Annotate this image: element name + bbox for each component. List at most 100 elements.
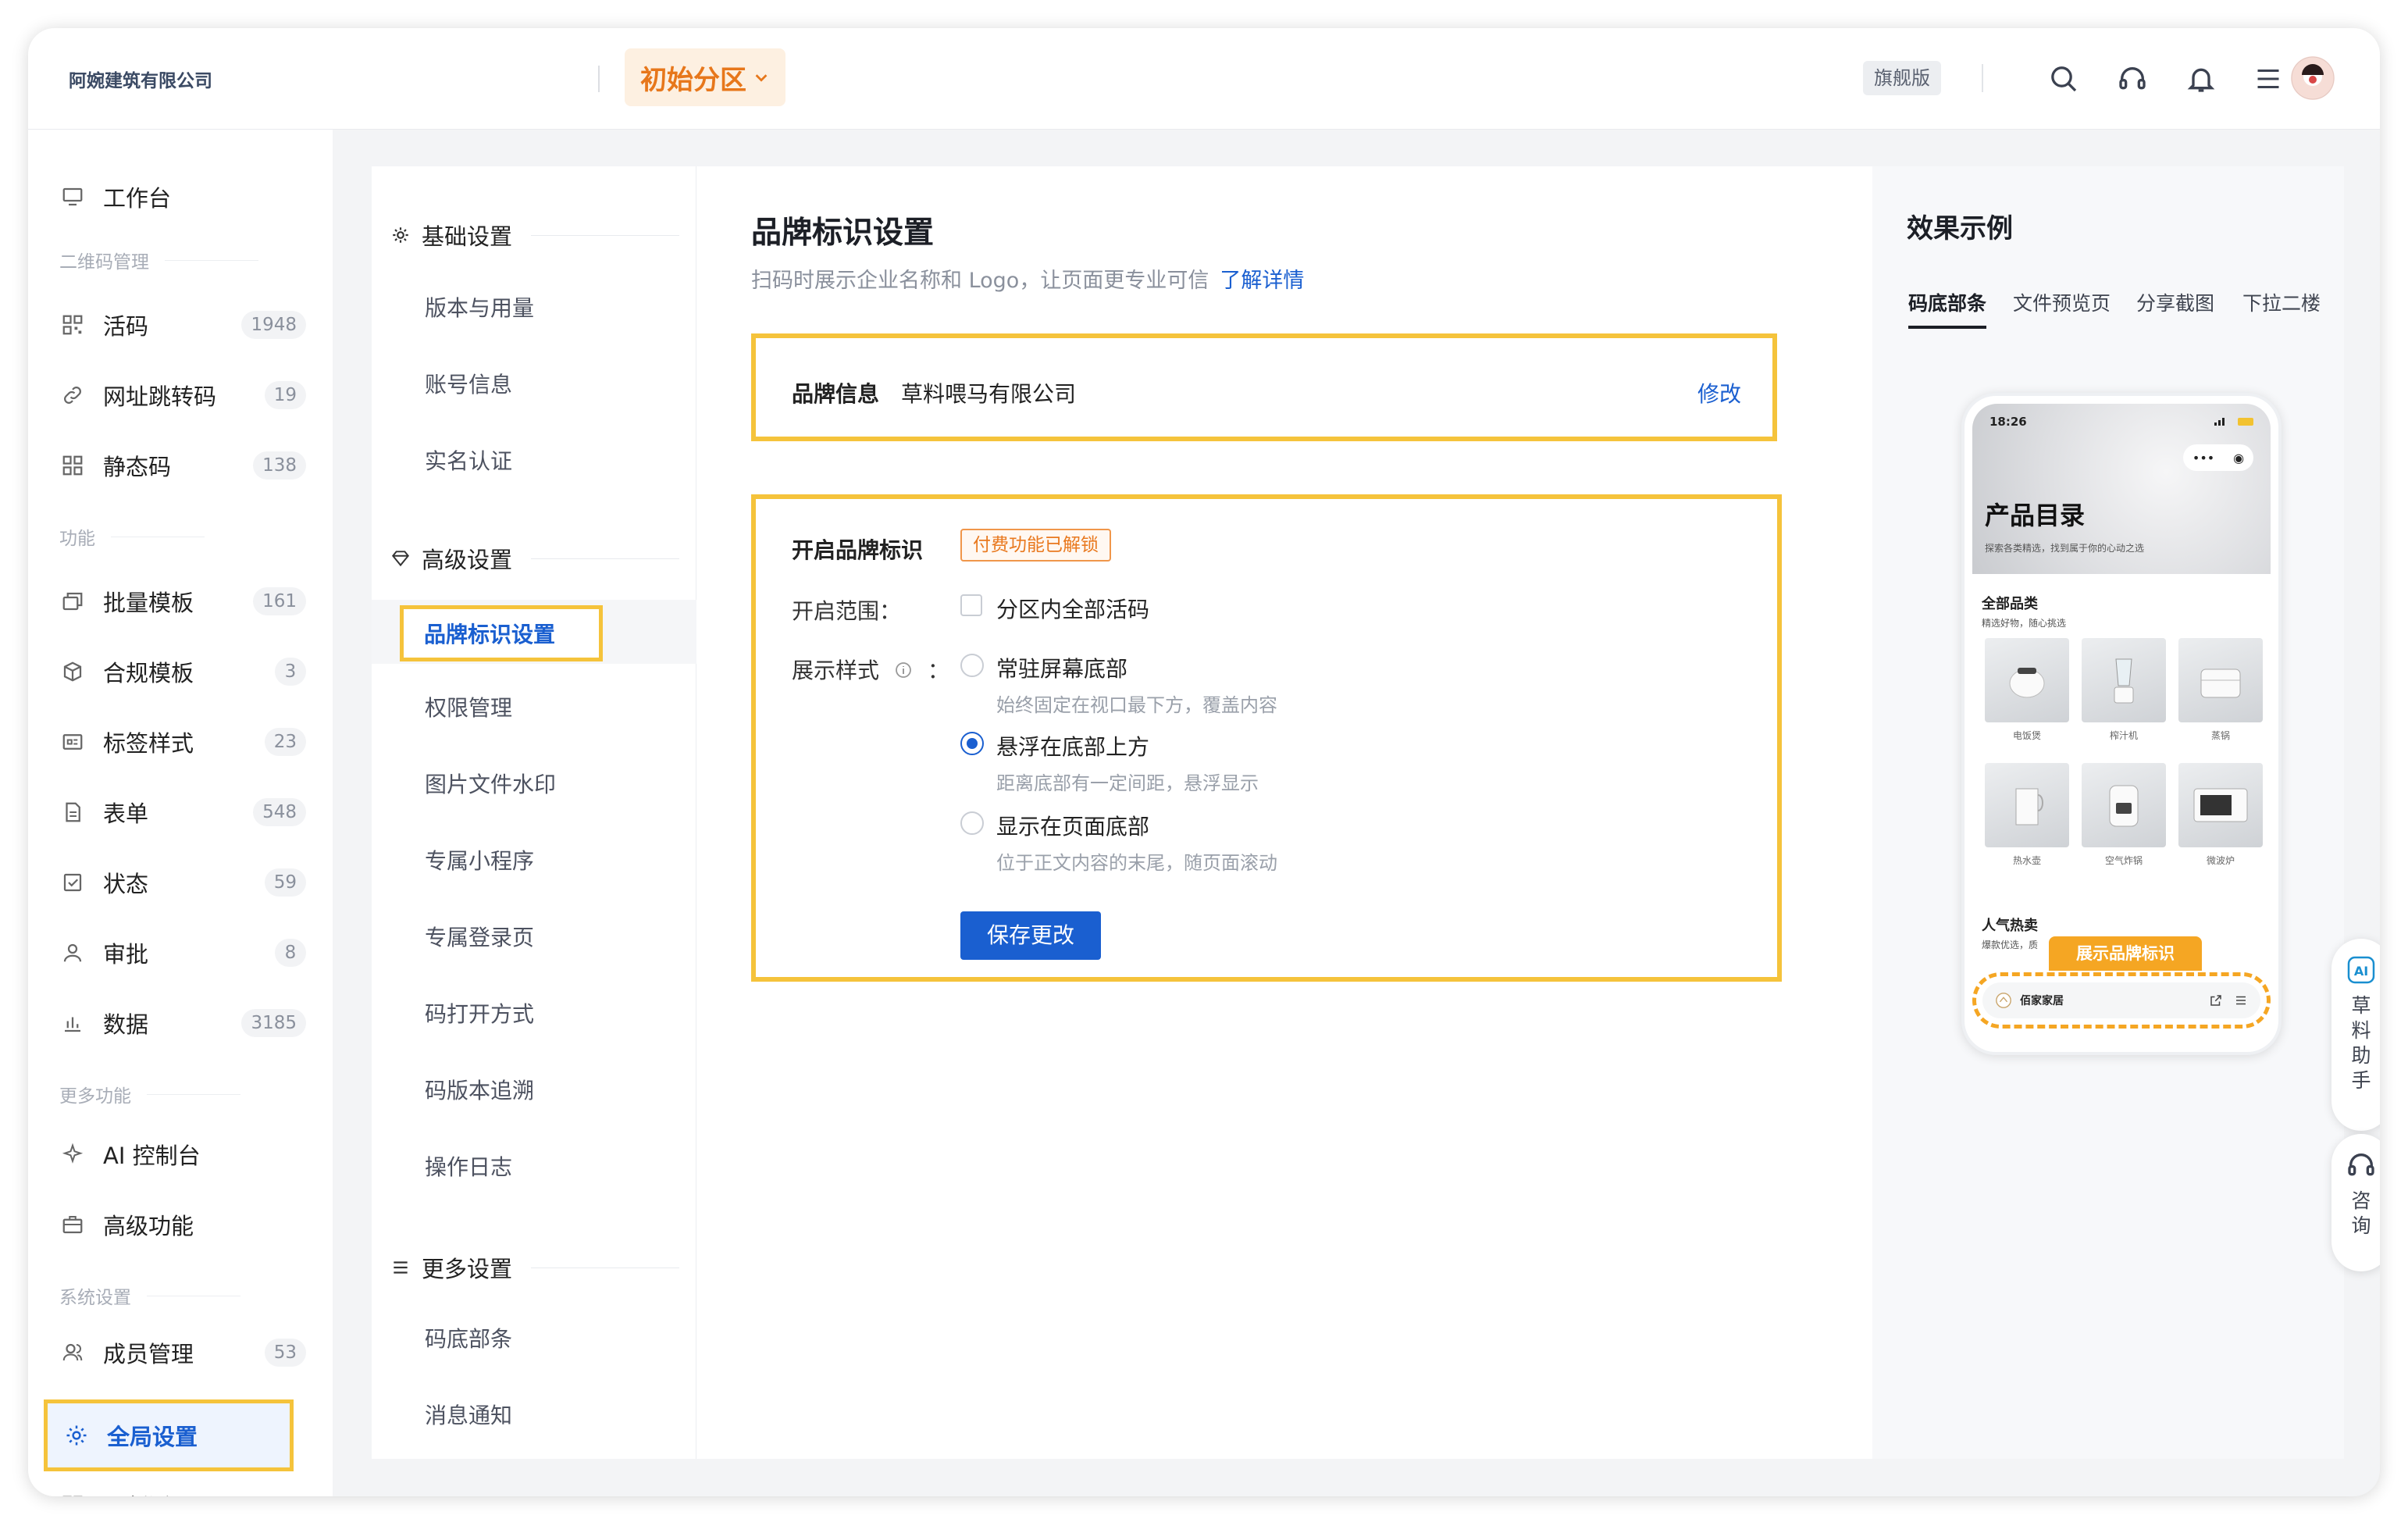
submenu-item-permissions[interactable]: 权限管理 — [425, 691, 512, 722]
sidebar-item-status[interactable]: 状态 59 — [44, 857, 317, 907]
submenu-item-version[interactable]: 版本与用量 — [425, 291, 534, 323]
more-dots-icon: ••• — [2192, 450, 2215, 465]
submenu-item-watermark[interactable]: 图片文件水印 — [425, 768, 556, 799]
radio-page-bottom[interactable] — [960, 811, 984, 835]
section-qr: 二维码管理 — [59, 247, 317, 273]
product-name: 空气炸锅 — [2104, 855, 2143, 866]
submenu-item-miniprogram[interactable]: 专属小程序 — [425, 844, 534, 875]
zone-selector[interactable]: 初始分区 — [625, 48, 785, 106]
info-icon[interactable] — [894, 661, 913, 679]
sidebar-item-label-style[interactable]: 标签样式 23 — [44, 717, 317, 767]
sidebar-item-global-settings[interactable]: 全局设置 — [44, 1399, 294, 1471]
scope-checkbox[interactable] — [960, 594, 982, 616]
section-more: 更多功能 — [59, 1081, 317, 1107]
bell-icon[interactable] — [2183, 61, 2219, 97]
grid-qr-icon — [59, 1492, 86, 1496]
edit-link[interactable]: 修改 — [1697, 377, 1741, 408]
sidebar-item-ai-console[interactable]: AI 控制台 — [44, 1129, 317, 1179]
mini-capsule: ••• ◉ — [2183, 444, 2253, 471]
briefcase-icon — [59, 1211, 86, 1238]
option-desc: 距离底部有一定间距，悬浮显示 — [996, 772, 1259, 794]
consult-label: 咨询 — [2351, 1189, 2371, 1237]
tab-bottom-bar[interactable]: 码底部条 — [1908, 288, 1987, 329]
ai-assistant-button[interactable]: AI 草料助手 — [2331, 939, 2380, 1131]
phone-hero: 18:26 ••• ◉ 产品目录 探索各类精选，找到属于你的心动之选 — [1972, 404, 2271, 574]
brand-bar-inner: 佰家家居 — [1982, 982, 2260, 1018]
count-badge: 59 — [264, 868, 306, 897]
sidebar-item-batch-template[interactable]: 批量模板 161 — [44, 576, 317, 626]
sidebar-item-label: 批量模板 — [103, 590, 194, 616]
sidebar-item-url-code[interactable]: 网址跳转码 19 — [44, 370, 317, 420]
search-icon[interactable] — [2046, 61, 2082, 97]
sidebar-item-livecode[interactable]: 活码 1948 — [44, 300, 317, 350]
save-button[interactable]: 保存更改 — [960, 911, 1101, 960]
radio-fixed-bottom[interactable] — [960, 654, 984, 677]
tab-file-preview[interactable]: 文件预览页 — [2013, 288, 2111, 316]
style-label: 展示样式 ： — [792, 654, 949, 685]
description-text: 扫码时展示企业名称和 Logo，让页面更专业可信 — [751, 269, 1209, 293]
gear-icon — [63, 1422, 90, 1449]
sidebar-item-label: 工作台 — [103, 185, 172, 212]
sidebar-item-label: 高级功能 — [103, 1213, 194, 1239]
chevron-down-icon — [755, 74, 768, 82]
avatar[interactable] — [2291, 56, 2335, 100]
tab-share-screenshot[interactable]: 分享截图 — [2136, 288, 2214, 316]
product-name: 蒸锅 — [2210, 730, 2230, 741]
label-icon — [59, 729, 86, 755]
option-title: 显示在页面底部 — [996, 814, 1150, 840]
users-icon — [59, 1339, 86, 1366]
headset-icon — [2348, 1153, 2374, 1176]
submenu-item-operation-log[interactable]: 操作日志 — [425, 1150, 512, 1182]
consult-button[interactable]: 咨询 — [2331, 1134, 2380, 1271]
sidebar-item-compliance-template[interactable]: 合规模板 3 — [44, 647, 317, 697]
headset-icon[interactable] — [2114, 61, 2150, 97]
sidebar-item-static-code[interactable]: 静态码 138 — [44, 440, 317, 490]
settings-submenu: 基础设置 版本与用量 账号信息 实名认证 高级设置 品牌标识设置 权限管理 图片… — [372, 166, 696, 1459]
sidebar-item-label: 活码 — [103, 313, 149, 340]
sidebar-item-label: AI 控制台 — [103, 1143, 201, 1169]
sidebar-item-approval[interactable]: 审批 8 — [44, 928, 317, 978]
product-name: 热水壶 — [2012, 855, 2041, 866]
monitor-icon — [59, 184, 86, 210]
sidebar-item-label: 成员管理 — [103, 1341, 194, 1367]
submenu-item-login-page[interactable]: 专属登录页 — [425, 921, 534, 952]
sidebar-item-data[interactable]: 数据 3185 — [44, 998, 317, 1048]
sidebar-item-workbench[interactable]: 工作台 — [44, 172, 317, 222]
menu-icon[interactable] — [2250, 61, 2286, 97]
submenu-item-realname[interactable]: 实名认证 — [425, 444, 512, 476]
submenu-item-brand-settings[interactable]: 品牌标识设置 — [400, 605, 603, 661]
ai-icon: AI — [2347, 956, 2375, 984]
product-name: 榨汁机 — [2109, 730, 2138, 741]
submenu-section-more: 更多设置 — [390, 1244, 679, 1291]
option-desc: 始终固定在视口最下方，覆盖内容 — [996, 694, 1277, 716]
sidebar-item-legacy-code[interactable]: 旧版活码 — [44, 1481, 317, 1496]
submenu-item-bottom-bar[interactable]: 码底部条 — [425, 1322, 512, 1353]
learn-more-link[interactable]: 了解详情 — [1220, 269, 1304, 293]
product-image-microwave — [2178, 763, 2263, 847]
checkbox-icon — [59, 869, 86, 896]
count-badge: 161 — [253, 587, 306, 615]
sidebar-item-label: 审批 — [103, 941, 149, 968]
sidebar-item-advanced[interactable]: 高级功能 — [44, 1200, 317, 1250]
preview-panel: 效果示例 码底部条 文件预览页 分享截图 下拉二楼 18:26 ••• ◉ 产品目… — [1872, 166, 2344, 1459]
count-badge: 3 — [275, 658, 306, 686]
company-name[interactable]: 阿婉建筑有限公司 — [69, 66, 212, 92]
sidebar-item-form[interactable]: 表单 548 — [44, 787, 317, 837]
brand-display-card: 开启品牌标识 付费功能已解锁 开启范围： 分区内全部活码 展示样式 ： 常驻屏幕… — [751, 494, 1782, 982]
gear-icon — [393, 227, 408, 243]
qrcode-icon — [59, 312, 86, 338]
phone-hero-title: 产品目录 — [1985, 501, 2086, 530]
submenu-item-version-trace[interactable]: 码版本追溯 — [425, 1074, 534, 1105]
product-image-steamer — [2178, 638, 2263, 722]
submenu-item-notifications[interactable]: 消息通知 — [425, 1399, 512, 1430]
edition-badge: 旗舰版 — [1863, 61, 1941, 95]
tab-pull-down[interactable]: 下拉二楼 — [2242, 288, 2321, 316]
option-title: 常驻屏幕底部 — [996, 656, 1128, 682]
submenu-item-open-mode[interactable]: 码打开方式 — [425, 997, 534, 1029]
submenu-item-account[interactable]: 账号信息 — [425, 368, 512, 399]
radio-floating-above-bottom[interactable] — [960, 732, 984, 755]
sidebar-item-members[interactable]: 成员管理 53 — [44, 1328, 317, 1378]
app-window: 阿婉建筑有限公司 初始分区 旗舰版 工作台 二维码管理 活码 1948 网址跳转… — [28, 28, 2380, 1496]
product-image-kettle — [1985, 763, 2069, 847]
submenu-section-advanced: 高级设置 — [390, 535, 679, 582]
